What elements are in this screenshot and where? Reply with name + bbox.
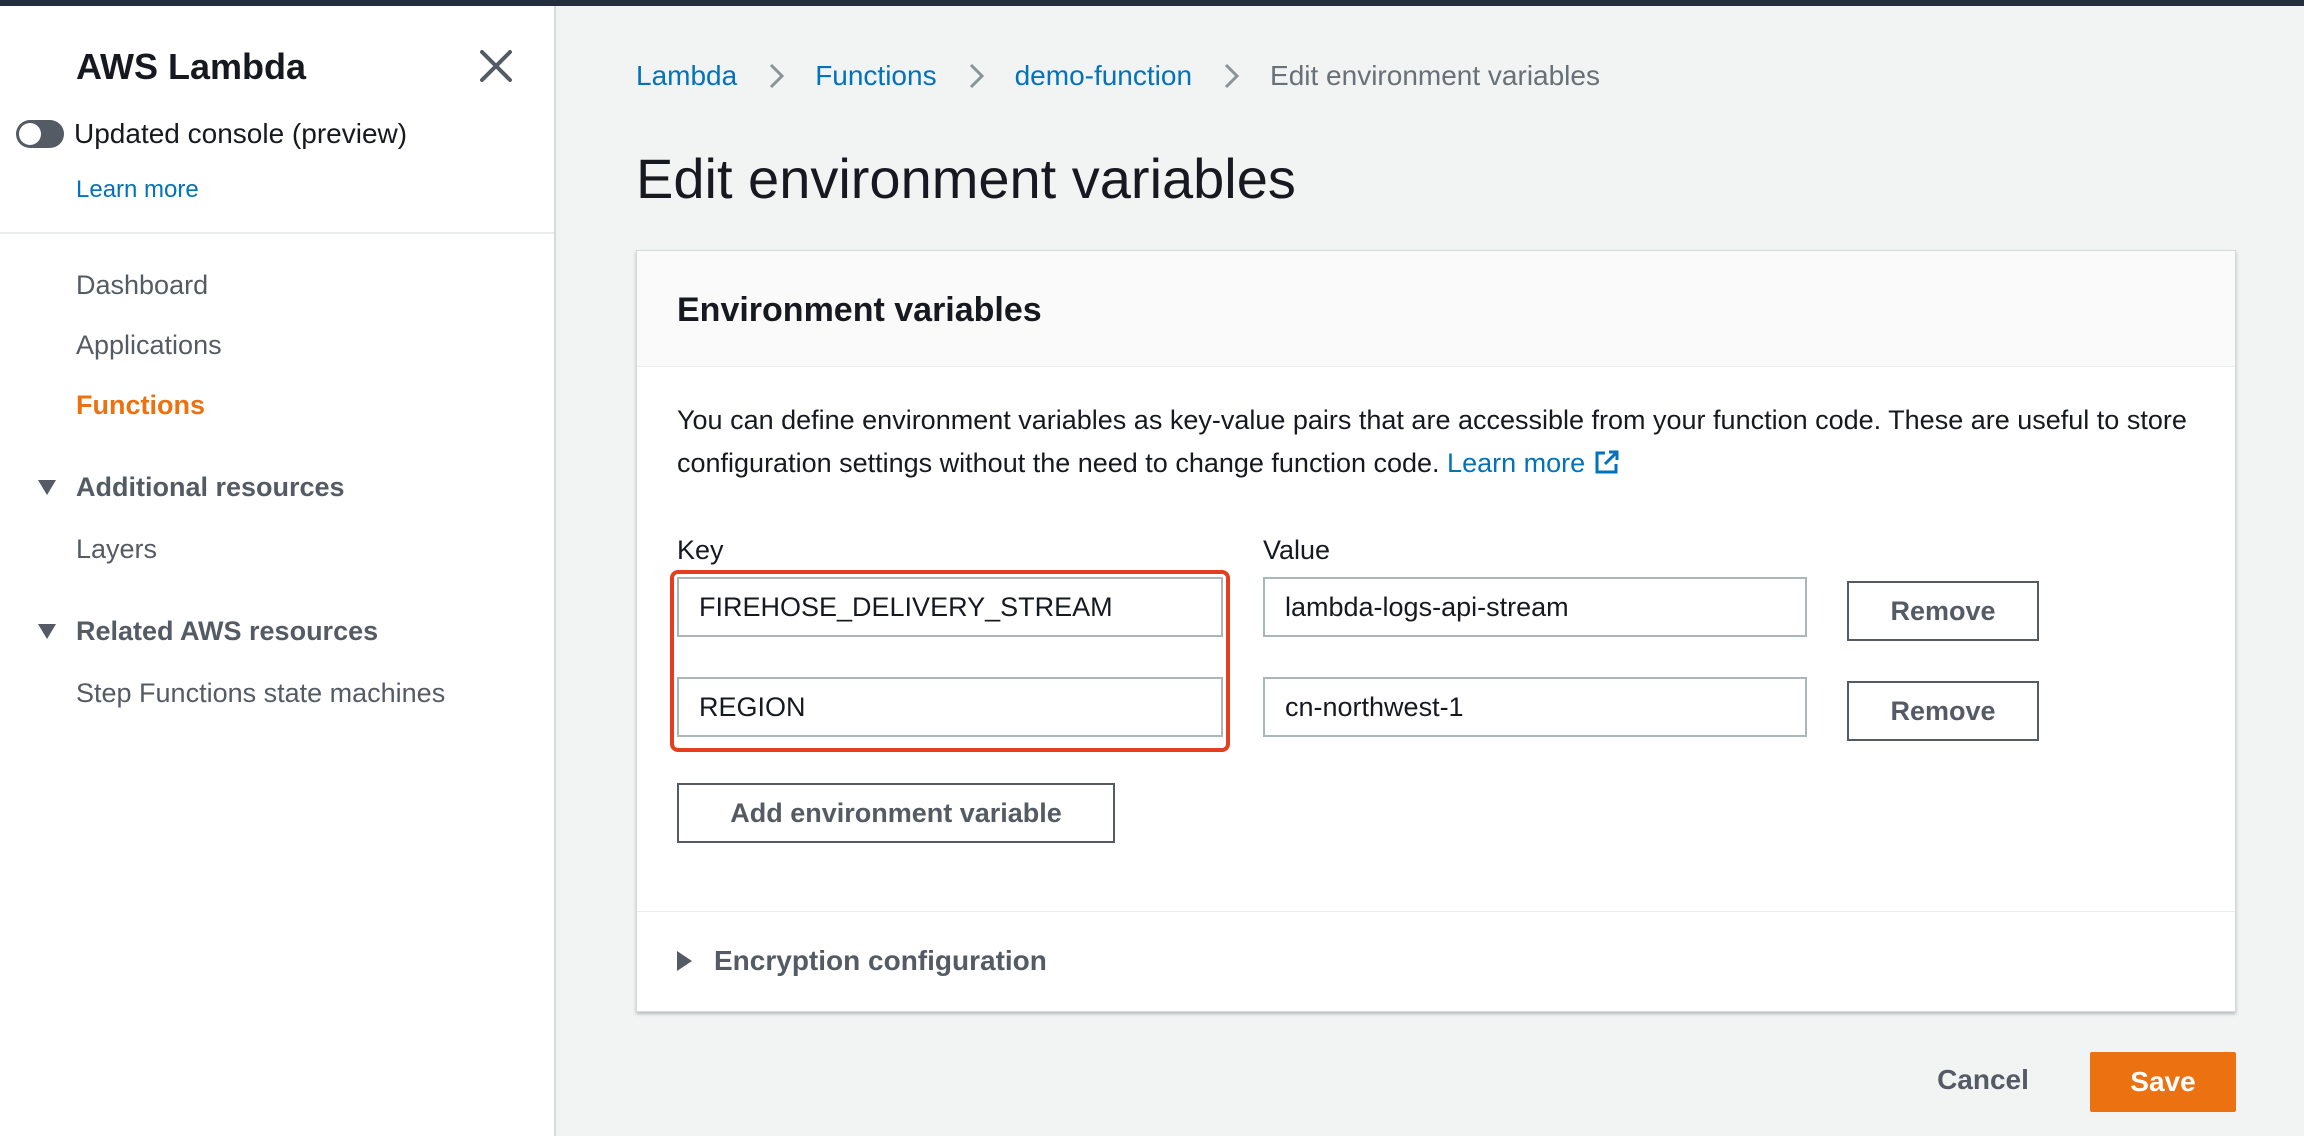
description-text: You can define environment variables as … bbox=[677, 405, 2187, 478]
caret-down-icon bbox=[38, 624, 56, 639]
value-column-label: Value bbox=[1263, 535, 1331, 565]
sidebar-learn-more-link[interactable]: Learn more bbox=[76, 176, 199, 204]
sidebar-section-related-aws-resources[interactable]: Related AWS resources bbox=[38, 616, 378, 647]
panel-header: Environment variables bbox=[637, 251, 2235, 367]
value-input[interactable]: lambda-logs-api-stream bbox=[1263, 577, 1807, 637]
sidebar-item-layers[interactable]: Layers bbox=[76, 534, 157, 565]
caret-down-icon bbox=[38, 480, 56, 495]
sidebar-section-additional-resources[interactable]: Additional resources bbox=[38, 472, 345, 503]
page-title: Edit environment variables bbox=[636, 147, 1296, 210]
add-environment-variable-button[interactable]: Add environment variable bbox=[677, 783, 1115, 843]
encryption-configuration-label: Encryption configuration bbox=[714, 945, 1047, 976]
environment-variables-panel: Environment variables You can define env… bbox=[636, 250, 2236, 1012]
sidebar-item-applications[interactable]: Applications bbox=[76, 330, 222, 361]
toggle-label: Updated console (preview) bbox=[74, 118, 408, 149]
cancel-button[interactable]: Cancel bbox=[1908, 1050, 2058, 1110]
updated-console-toggle[interactable] bbox=[16, 120, 64, 148]
key-input[interactable]: FIREHOSE_DELIVERY_STREAM bbox=[677, 577, 1223, 637]
updated-console-toggle-row: Updated console (preview) bbox=[16, 118, 407, 150]
chevron-right-icon bbox=[770, 63, 785, 89]
chevron-right-icon bbox=[1224, 63, 1240, 89]
external-link-icon[interactable] bbox=[1593, 448, 1621, 476]
breadcrumb-functions[interactable]: Functions bbox=[815, 60, 936, 92]
breadcrumb: Lambda Functions demo-function Edit envi… bbox=[636, 60, 1600, 92]
sidebar-title: AWS Lambda bbox=[76, 46, 307, 87]
encryption-configuration-expander[interactable]: Encryption configuration bbox=[677, 945, 1047, 977]
close-icon[interactable] bbox=[474, 44, 518, 88]
sidebar-item-functions[interactable]: Functions bbox=[76, 390, 205, 421]
panel-title: Environment variables bbox=[677, 291, 1042, 329]
key-column-label: Key bbox=[677, 535, 724, 565]
section-label: Related AWS resources bbox=[76, 616, 379, 646]
save-button[interactable]: Save bbox=[2090, 1052, 2236, 1112]
remove-button[interactable]: Remove bbox=[1847, 681, 2039, 741]
caret-right-icon bbox=[677, 951, 692, 971]
sidebar: AWS Lambda Updated console (preview) Lea… bbox=[0, 6, 556, 1136]
sidebar-item-dashboard[interactable]: Dashboard bbox=[76, 270, 208, 301]
breadcrumb-lambda[interactable]: Lambda bbox=[636, 60, 737, 92]
section-label: Additional resources bbox=[76, 472, 345, 502]
value-input[interactable]: cn-northwest-1 bbox=[1263, 677, 1807, 737]
breadcrumb-current: Edit environment variables bbox=[1270, 60, 1600, 91]
learn-more-link[interactable]: Learn more bbox=[1447, 448, 1585, 478]
sidebar-item-step-functions[interactable]: Step Functions state machines bbox=[76, 678, 445, 709]
chevron-right-icon bbox=[969, 63, 984, 89]
breadcrumb-demo-function[interactable]: demo-function bbox=[1015, 60, 1192, 92]
key-input[interactable]: REGION bbox=[677, 677, 1223, 737]
panel-description: You can define environment variables as … bbox=[677, 399, 2207, 485]
panel-divider bbox=[637, 911, 2235, 912]
sidebar-divider bbox=[0, 232, 554, 234]
remove-button[interactable]: Remove bbox=[1847, 581, 2039, 641]
